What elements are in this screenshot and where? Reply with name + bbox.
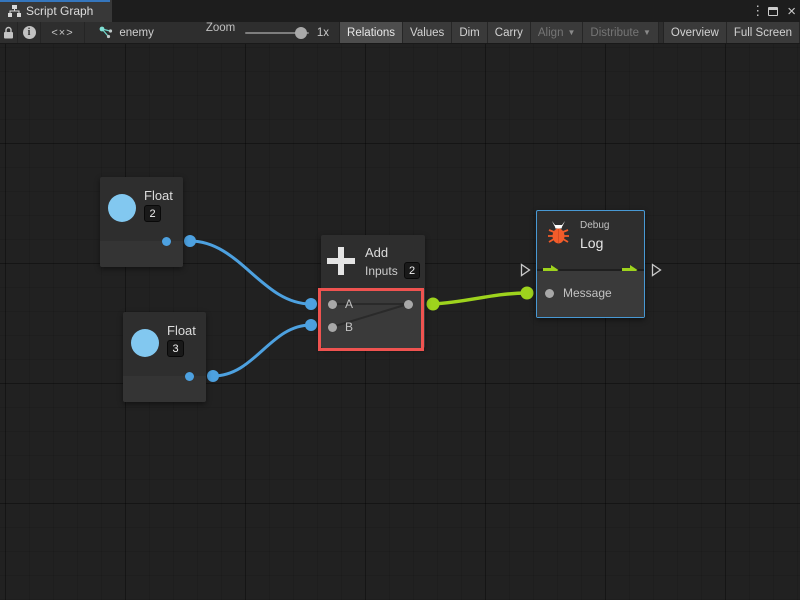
float-icon (131, 329, 159, 357)
float-output-port[interactable] (185, 372, 194, 381)
carry-button[interactable]: Carry (488, 22, 531, 43)
node-float-1[interactable]: Float 2 (100, 177, 183, 267)
graph-name-label: enemy (119, 27, 154, 39)
inputs-count-field[interactable]: 2 (404, 262, 420, 279)
output-port-sum[interactable] (404, 300, 413, 309)
float-value-field[interactable]: 3 (167, 340, 184, 357)
graph-canvas[interactable]: Float 2 Float 3 Add Inputs 2 A B (0, 44, 800, 600)
toolbar-buttons: Relations Values Dim Carry Align▼ Distri… (339, 22, 800, 43)
add-port-section: A B (321, 289, 425, 348)
inputs-label: Inputs (365, 264, 398, 278)
close-icon[interactable]: × (787, 4, 796, 19)
zoom-slider-handle[interactable] (295, 27, 307, 39)
fullscreen-button[interactable]: Full Screen (727, 22, 800, 43)
align-button[interactable]: Align▼ (531, 22, 584, 43)
input-port-b[interactable] (328, 323, 337, 332)
zoom-slider[interactable] (245, 32, 309, 34)
overview-button[interactable]: Overview (664, 22, 727, 43)
plus-icon (327, 246, 355, 276)
edge-endpoint (184, 235, 196, 247)
node-title: Add (365, 245, 388, 260)
maximize-icon[interactable] (768, 7, 778, 16)
node-float-2[interactable]: Float 3 (123, 312, 206, 402)
float-output-port[interactable] (162, 237, 171, 246)
dim-button[interactable]: Dim (452, 22, 487, 43)
node-title: Float (144, 188, 173, 203)
edge-endpoint (521, 287, 534, 300)
bug-icon (546, 219, 571, 246)
edge-float1-to-add-a[interactable] (190, 241, 311, 304)
zoom-value: 1x (317, 27, 329, 39)
graph-nodes-icon (99, 26, 113, 39)
window-controls: ⋮ × (751, 0, 796, 22)
tab-title: Script Graph (26, 4, 93, 18)
float-value-field[interactable]: 2 (144, 205, 161, 222)
window-menu-icon[interactable]: ⋮ (751, 3, 759, 19)
port-a-label: A (345, 297, 353, 311)
edge-endpoint (427, 298, 440, 311)
active-tab-accent (0, 0, 110, 2)
edge-endpoint (207, 370, 219, 382)
chevron-down-icon: ▼ (643, 28, 651, 37)
zoom-label: Zoom (206, 22, 235, 43)
tab-script-graph[interactable]: Script Graph (0, 0, 112, 22)
float-port-section (123, 376, 206, 402)
float-port-section (100, 241, 183, 267)
node-add[interactable]: Add Inputs 2 A B (321, 235, 425, 348)
float-icon (108, 194, 136, 222)
chevron-down-icon: ▼ (567, 28, 575, 37)
script-graph-icon (8, 5, 21, 17)
node-title: Log (580, 235, 603, 251)
input-port-a[interactable] (328, 300, 337, 309)
node-category: Debug (580, 220, 609, 231)
internal-connections (321, 289, 425, 348)
port-b-label: B (345, 320, 353, 334)
node-debug-log[interactable]: Debug Log Message (536, 210, 645, 318)
info-icon: i (23, 26, 36, 39)
lock-icon (3, 26, 14, 39)
exec-output-triangle[interactable] (651, 263, 662, 277)
add-header: Add Inputs 2 (321, 235, 425, 289)
edge-endpoint (305, 298, 317, 310)
message-port-label: Message (563, 286, 612, 300)
edge-endpoint (305, 319, 317, 331)
code-icon: <×> (51, 27, 73, 39)
node-title: Float (167, 323, 196, 338)
distribute-button[interactable]: Distribute▼ (583, 22, 659, 43)
exec-input-triangle[interactable] (520, 263, 531, 277)
relations-button[interactable]: Relations (340, 22, 403, 43)
values-button[interactable]: Values (403, 22, 452, 43)
lock-button[interactable] (0, 22, 18, 43)
edge-add-to-log-message[interactable] (433, 293, 527, 304)
graph-toolbar: i <×> enemy Zoom 1x Relations Values Dim… (0, 22, 800, 44)
edge-float2-to-add-b[interactable] (213, 325, 311, 376)
graph-reference[interactable]: enemy (99, 22, 154, 43)
debug-header: Debug Log (537, 211, 644, 271)
window-tab-bar: Script Graph ⋮ × (0, 0, 800, 22)
info-button[interactable]: i (18, 22, 40, 43)
debug-port-section: Message (537, 271, 644, 317)
edit-graph-button[interactable]: <×> (41, 22, 86, 43)
message-input-port[interactable] (545, 289, 554, 298)
